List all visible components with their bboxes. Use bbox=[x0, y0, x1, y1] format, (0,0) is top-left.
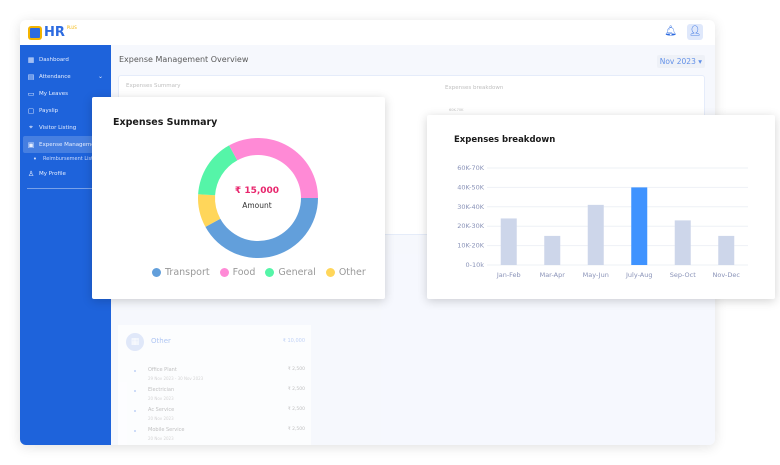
expenses-breakdown-card: Expenses breakdown 0-10k 10K-20K 20K-30K 30… bbox=[427, 115, 775, 299]
group-total: ₹ 10,000 bbox=[282, 338, 305, 344]
item-name: Office Plant bbox=[148, 367, 177, 373]
list-item[interactable]: Ac Service 20 Nov 2023 ₹ 2,500 bbox=[118, 407, 305, 427]
item-amount: ₹ 2,500 bbox=[287, 407, 305, 412]
y-tick-label: 30K-40K bbox=[457, 203, 484, 211]
legend-label: General bbox=[278, 267, 316, 278]
logo-icon bbox=[28, 25, 42, 40]
bell-icon[interactable]: 🔔︎ bbox=[664, 26, 677, 37]
item-name: Electrician bbox=[148, 387, 175, 393]
bullet-icon bbox=[134, 390, 136, 392]
y-tick-label: 40K-50K bbox=[457, 183, 484, 191]
sidebar-item-attendance[interactable]: ▤ Attendance ⌄ bbox=[20, 68, 111, 85]
bar-jan-feb[interactable] bbox=[500, 218, 517, 265]
item-date: 20 Nov 2023 bbox=[148, 436, 174, 441]
sidebar-item-label: Reimbursement List bbox=[43, 156, 94, 162]
donut-center-label: Amount bbox=[242, 201, 272, 210]
y-tick-label: 0-10k bbox=[465, 261, 484, 269]
bar-july-aug[interactable] bbox=[631, 187, 648, 265]
bg-tick: 60K-70K bbox=[449, 108, 464, 112]
location-icon: ⌖ bbox=[29, 123, 33, 131]
bullet-icon bbox=[134, 370, 136, 372]
y-tick-label: 20K-30K bbox=[457, 222, 484, 230]
top-bar: HR PLUS 🔔︎ 👤︎ bbox=[20, 20, 715, 45]
item-amount: ₹ 2,500 bbox=[287, 427, 305, 432]
document-icon: ▢ bbox=[27, 106, 35, 115]
month-select[interactable]: Nov 2023 ▾ bbox=[656, 55, 705, 68]
grid-icon: ▦ bbox=[27, 55, 35, 64]
bar-nov-dec[interactable] bbox=[718, 235, 735, 265]
item-date: 20 Nov 2023 bbox=[148, 396, 174, 401]
sidebar-item-label: Visitor Listing bbox=[39, 124, 77, 131]
bg-breakdown-label: Expenses breakdown bbox=[445, 85, 504, 91]
other-expense-group: ▦ Other ₹ 10,000 Office Plant 29 Nov 2023… bbox=[118, 325, 311, 445]
list-item[interactable]: Mobile Service 20 Nov 2023 ₹ 2,500 bbox=[118, 427, 305, 445]
chart-legend: Transport Food General Other bbox=[152, 267, 366, 278]
bullet-icon bbox=[134, 410, 136, 412]
bar-sep-oct[interactable] bbox=[674, 220, 691, 265]
legend-swatch bbox=[219, 268, 229, 277]
bg-summary-label: Expenses Summary bbox=[126, 83, 181, 89]
sidebar-item-dashboard[interactable]: ▦ Dashboard bbox=[20, 51, 111, 68]
avatar[interactable]: 👤︎ bbox=[687, 24, 703, 40]
sidebar-item-label: Attendance bbox=[39, 73, 71, 80]
sidebar-item-label: My Profile bbox=[39, 170, 66, 177]
legend-swatch bbox=[325, 268, 335, 277]
logo-badge: PLUS bbox=[66, 25, 77, 30]
item-name: Ac Service bbox=[148, 407, 175, 413]
user-icon: ♙ bbox=[27, 169, 35, 178]
bullet-icon bbox=[134, 430, 136, 432]
x-tick-label: Sep-Oct bbox=[670, 271, 696, 279]
list-item[interactable]: Office Plant 29 Nov 2023 - 30 Nov 2023 ₹ 2… bbox=[118, 367, 305, 387]
clipboard-icon: ▤ bbox=[27, 72, 35, 81]
receipt-icon: ▣ bbox=[27, 140, 35, 149]
bar-chart: 0-10k 10K-20K 20K-30K 30K-40K 40K-50K 60K-70K… bbox=[457, 164, 748, 279]
item-date: 20 Nov 2023 bbox=[148, 416, 174, 421]
legend-label: Transport bbox=[165, 267, 210, 278]
list-item[interactable]: Electrician 20 Nov 2023 ₹ 2,500 bbox=[118, 387, 305, 407]
legend-label: Other bbox=[338, 267, 366, 278]
item-date: 29 Nov 2023 - 30 Nov 2023 bbox=[148, 376, 204, 381]
legend-label: Food bbox=[232, 267, 256, 278]
sidebar-item-label: Dashboard bbox=[39, 56, 69, 63]
month-value: Nov 2023 bbox=[659, 57, 696, 66]
bar-mar-apr[interactable] bbox=[544, 235, 561, 265]
legend-swatch bbox=[265, 268, 275, 277]
y-tick-label: 10K-20K bbox=[457, 242, 484, 250]
chevron-down-icon: ⌄ bbox=[97, 73, 103, 80]
grid-icon: ▦ bbox=[126, 333, 144, 351]
legend-item-other[interactable]: Other bbox=[325, 267, 366, 278]
y-tick-label: 60K-70K bbox=[457, 164, 484, 172]
x-tick-label: Nov-Dec bbox=[713, 271, 741, 279]
legend-item-transport[interactable]: Transport bbox=[152, 267, 210, 278]
sidebar-item-label: Payslip bbox=[39, 107, 59, 114]
donut-center-value: ₹ 15,000 bbox=[234, 186, 280, 196]
x-tick-label: May-Jun bbox=[583, 271, 609, 279]
x-tick-label: Mar-Apr bbox=[540, 271, 566, 279]
legend-item-general[interactable]: General bbox=[265, 267, 316, 278]
bar-may-jun[interactable] bbox=[587, 204, 604, 265]
logo-text: HR bbox=[44, 25, 65, 40]
legend-item-food[interactable]: Food bbox=[219, 267, 256, 278]
expenses-summary-card: Expenses Summary ₹ 15,000 Amount Transpo… bbox=[92, 97, 385, 299]
sidebar-item-label: My Leaves bbox=[39, 90, 68, 97]
item-amount: ₹ 2,500 bbox=[287, 387, 305, 392]
logo[interactable]: HR PLUS bbox=[28, 25, 77, 40]
dot-icon: • bbox=[32, 155, 38, 163]
page-title: Expense Management Overview bbox=[119, 55, 249, 64]
group-title: Other bbox=[151, 337, 171, 345]
x-tick-label: July-Aug bbox=[625, 271, 652, 279]
legend-swatch bbox=[152, 268, 161, 277]
item-name: Mobile Service bbox=[148, 427, 185, 433]
item-amount: ₹ 2,500 bbox=[287, 367, 305, 372]
x-tick-label: Jan-Feb bbox=[496, 271, 521, 279]
calendar-icon: ▭ bbox=[27, 89, 35, 98]
